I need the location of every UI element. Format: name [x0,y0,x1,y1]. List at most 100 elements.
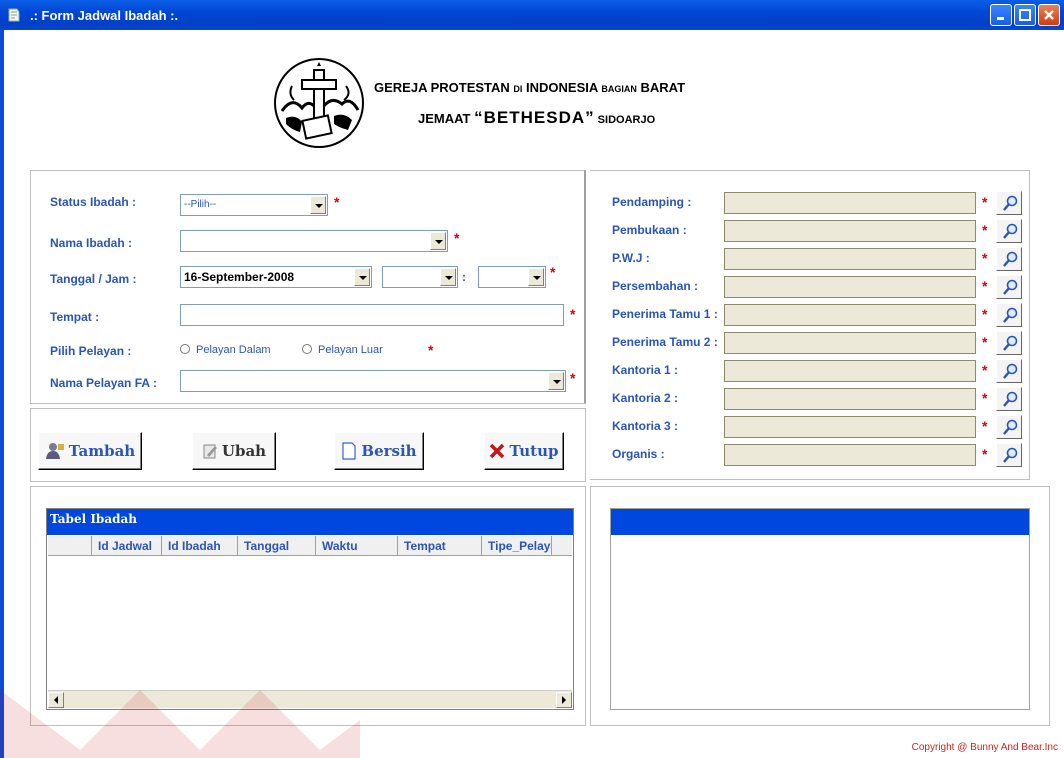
required-marker: * [570,370,576,386]
jam-select[interactable] [382,266,458,288]
pelayan-field-input[interactable] [724,192,976,214]
required-marker: * [982,334,988,350]
required-marker: * [982,306,988,322]
pelayan-field-input[interactable] [724,444,976,466]
close-icon [490,443,505,459]
bersih-button[interactable]: Bersih [334,432,424,470]
blank-page-icon [342,442,357,460]
tempat-input[interactable] [180,304,564,326]
pelayan-field-input[interactable] [724,360,976,382]
required-marker: * [982,362,988,378]
detail-table-header [611,509,1029,535]
tambah-button[interactable]: Tambah [38,432,142,470]
pelayan-field-input[interactable] [724,220,976,242]
row-selector-header [48,536,92,556]
search-icon [1003,447,1018,463]
minimize-icon [997,17,1004,20]
pelayan-field-label: Pembukaan : [612,223,687,237]
pelayan-field-label: Kantoria 2 : [612,391,679,405]
search-icon [1003,279,1018,295]
pelayan-field-label: P.W.J : [612,251,650,265]
table-caption: Tabel Ibadah [50,512,137,526]
scroll-right-icon [562,696,566,704]
tempat-label: Tempat : [50,310,100,324]
required-marker: * [982,250,988,266]
table-column-header[interactable]: Waktu [316,536,398,556]
required-marker: * [982,418,988,434]
nama-ibadah-label: Nama Ibadah : [50,236,133,250]
radio-icon [180,344,190,354]
table-column-header[interactable]: Tempat [398,536,482,556]
lookup-button[interactable] [996,415,1022,439]
ubah-button[interactable]: Ubah [192,432,276,470]
window-title: .: Form Jadwal Ibadah :. [30,8,179,23]
table-column-header[interactable]: Id Ibadah [162,536,238,556]
close-window-button[interactable] [1038,4,1060,26]
watermark-logo [0,690,360,758]
pelayan-field-input[interactable] [724,332,976,354]
search-icon [1003,335,1018,351]
lookup-button[interactable] [996,387,1022,411]
pelayan-field-label: Organis : [612,447,665,461]
required-marker: * [982,390,988,406]
congregation-name: JEMAAT “BETHESDA” SIDOARJO [418,108,656,127]
required-marker: * [982,278,988,294]
lookup-button[interactable] [996,331,1022,355]
lookup-button[interactable] [996,303,1022,327]
table-column-header[interactable]: Id Jadwal [92,536,162,556]
required-marker: * [570,306,576,322]
required-marker: * [550,264,556,280]
lookup-button[interactable] [996,219,1022,243]
detail-table[interactable] [610,508,1030,710]
nama-pelayan-fa-label: Nama Pelayan FA : [50,376,157,390]
radio-pelayan-dalam[interactable]: Pelayan Dalam [180,344,271,356]
chevron-down-icon[interactable] [310,196,326,214]
search-icon [1003,251,1018,267]
chevron-down-icon[interactable] [440,268,456,286]
pelayan-field-input[interactable] [724,276,976,298]
pelayan-field-input[interactable] [724,304,976,326]
nama-pelayan-fa-select[interactable] [180,370,566,392]
pelayan-field-label: Pendamping : [612,195,692,209]
radio-pelayan-luar[interactable]: Pelayan Luar [302,344,383,356]
maximize-button[interactable] [1014,4,1036,26]
lookup-button[interactable] [996,443,1022,467]
nama-ibadah-select[interactable] [180,230,448,252]
table-column-header[interactable]: Tipe_Pelaya [482,536,552,556]
search-icon [1003,223,1018,239]
minimize-button[interactable] [990,4,1012,26]
pelayan-field-label: Penerima Tamu 2 : [612,335,718,349]
search-icon [1003,419,1018,435]
pelayan-field-input[interactable] [724,388,976,410]
edit-icon [203,444,217,459]
app-icon [8,8,20,22]
scroll-right-button[interactable] [556,692,572,708]
chevron-down-icon[interactable] [528,268,544,286]
chevron-down-icon[interactable] [354,268,370,286]
status-ibadah-select[interactable]: --Pilih-- [180,194,328,216]
required-marker: * [982,446,988,462]
tanggal-date-picker[interactable]: 16-September-2008 [180,266,372,288]
menit-select[interactable] [478,266,546,288]
required-marker: * [428,342,434,358]
close-icon [1044,10,1054,20]
lookup-button[interactable] [996,191,1022,215]
lookup-button[interactable] [996,359,1022,383]
add-user-icon [45,443,64,459]
chevron-down-icon[interactable] [548,372,564,390]
search-icon [1003,391,1018,407]
chevron-down-icon[interactable] [430,232,446,250]
search-icon [1003,307,1018,323]
lookup-button[interactable] [996,275,1022,299]
tutup-button[interactable]: Tutup [484,432,564,470]
required-marker: * [982,222,988,238]
search-icon [1003,195,1018,211]
table-column-header[interactable]: Tanggal [238,536,316,556]
pelayan-field-label: Kantoria 1 : [612,363,679,377]
pelayan-field-input[interactable] [724,416,976,438]
lookup-button[interactable] [996,247,1022,271]
church-name: GEREJA PROTESTAN DI INDONESIA BAGIAN BAR… [374,80,686,95]
pelayan-field-label: Persembahan : [612,279,699,293]
status-ibadah-label: Status Ibadah : [50,195,137,209]
pelayan-field-input[interactable] [724,248,976,270]
